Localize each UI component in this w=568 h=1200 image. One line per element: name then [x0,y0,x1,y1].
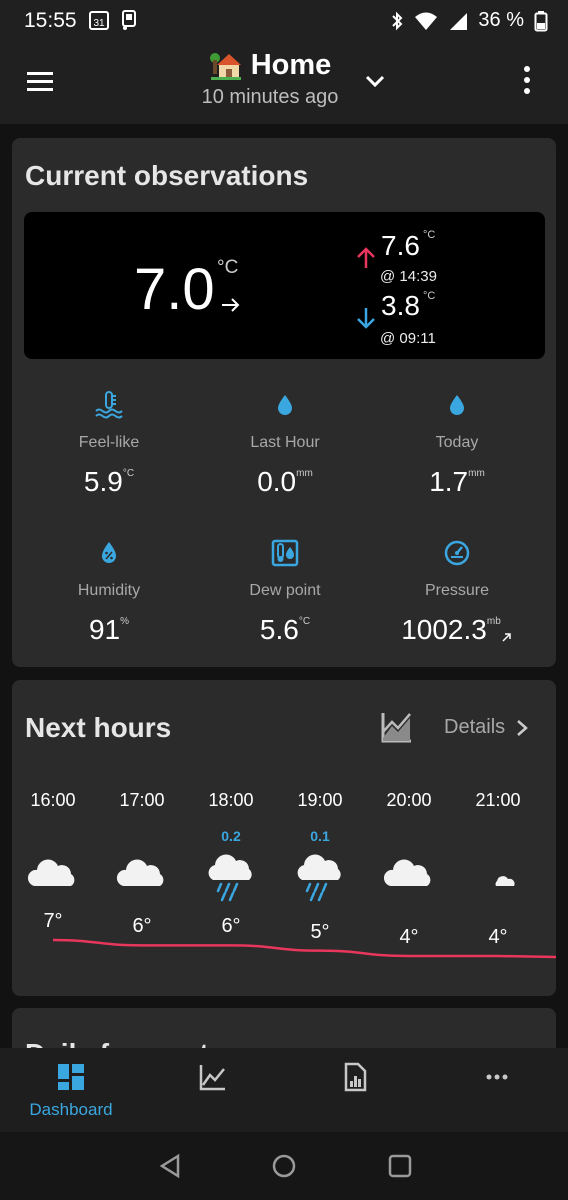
stat-unit: mb [486,616,501,627]
wifi-icon [415,12,438,30]
dew-point-icon [271,539,299,567]
back-icon[interactable] [156,1152,184,1180]
stat-label: Pressure [424,582,490,599]
stat-value: 5.6 [259,614,299,645]
stat-unit: mm [468,468,485,479]
gauge-icon [444,540,470,566]
recents-icon[interactable] [386,1152,414,1180]
nav-more[interactable] [426,1062,568,1092]
trend-up-arrow-icon [502,633,511,642]
stat-value: 1.7 [429,466,469,497]
min-temperature: 3.8 [381,290,420,321]
stat-humidity[interactable]: Humidity 91% [29,538,189,648]
min-arrow-icon [357,308,375,329]
app-bar: Home 10 minutes ago [0,40,568,124]
max-arrow-icon [357,247,375,268]
stat-unit: mm [296,468,313,479]
chevron-down-icon[interactable] [360,66,390,96]
raindrop-icon [278,395,292,415]
more-vert-icon[interactable] [512,62,542,98]
bottom-navigation: Dashboard [0,1048,568,1132]
min-unit: °C [423,290,436,302]
next-hours-card: Next hours Details 16:00 7° 17:00 6° 18:00 0.… [12,680,556,996]
stat-pressure[interactable]: Pressure 1002.3mb [377,538,537,648]
status-time: 15:55 [24,9,77,32]
stat-label: Today [435,434,479,451]
stat-label: Feel-like [78,434,140,451]
section-title: Current observations [25,160,309,191]
stat-value: 5.9 [83,466,123,497]
stat-label: Last Hour [250,434,320,451]
menu-icon[interactable] [24,65,56,97]
house-icon [209,53,241,80]
station-selector[interactable]: Home 10 minutes ago [195,48,345,109]
bluetooth-icon [392,11,403,30]
stat-feel-like[interactable]: Feel-like 5.9°C [29,390,189,500]
calendar-icon: 31 [89,11,109,30]
chart-icon [199,1065,225,1091]
stat-last-hour[interactable]: Last Hour 0.0mm [205,390,365,500]
dashboard-icon [58,1064,84,1090]
humidity-icon [102,542,116,563]
temperature-panel[interactable]: 7.0 °C 7.6 °C @ 14:39 3.8 °C @ 09:11 [24,212,545,359]
max-unit: °C [423,229,436,241]
home-icon[interactable] [270,1152,298,1180]
report-icon [344,1062,367,1092]
stat-unit: % [120,616,130,627]
stat-label: Dew point [249,582,321,599]
stat-dew-point[interactable]: Dew point 5.6°C [205,538,365,648]
stat-unit: °C [298,616,311,627]
calendar-badge: 31 [93,18,105,29]
stat-unit: °C [122,468,135,479]
stat-value: 91 [88,614,121,645]
more-horiz-icon [486,1074,508,1080]
current-temperature: 7.0 [134,257,215,322]
thermometer-water-icon [95,391,123,419]
temperature-line [52,938,556,959]
page-title: Home [250,48,332,81]
system-navigation-bar [0,1132,568,1200]
min-time: @ 09:11 [380,330,436,347]
max-time: @ 14:39 [380,268,437,285]
stat-today[interactable]: Today 1.7mm [377,390,537,500]
status-bar: 15:55 31 36 % [0,0,568,40]
sim-icon [122,10,136,30]
stat-value: 0.0 [257,466,297,497]
temperature-unit: °C [217,257,239,278]
battery-percent: 36 % [478,9,524,31]
raindrop-icon [450,395,464,415]
temperature-trend-line [52,938,556,959]
nav-reports[interactable] [284,1062,426,1092]
battery-icon [534,10,548,31]
max-temperature: 7.6 [381,230,420,261]
stat-value: 1002.3 [401,614,487,645]
last-updated: 10 minutes ago [201,86,339,108]
nav-dashboard[interactable]: Dashboard [0,1062,142,1120]
stat-label: Humidity [77,582,141,599]
nav-label: Dashboard [29,1100,113,1119]
current-observations-card: Current observations 7.0 °C 7.6 °C @ 14:… [12,138,556,667]
signal-icon [450,12,468,30]
nav-charts[interactable] [142,1062,284,1092]
trend-arrow-icon [222,298,240,312]
